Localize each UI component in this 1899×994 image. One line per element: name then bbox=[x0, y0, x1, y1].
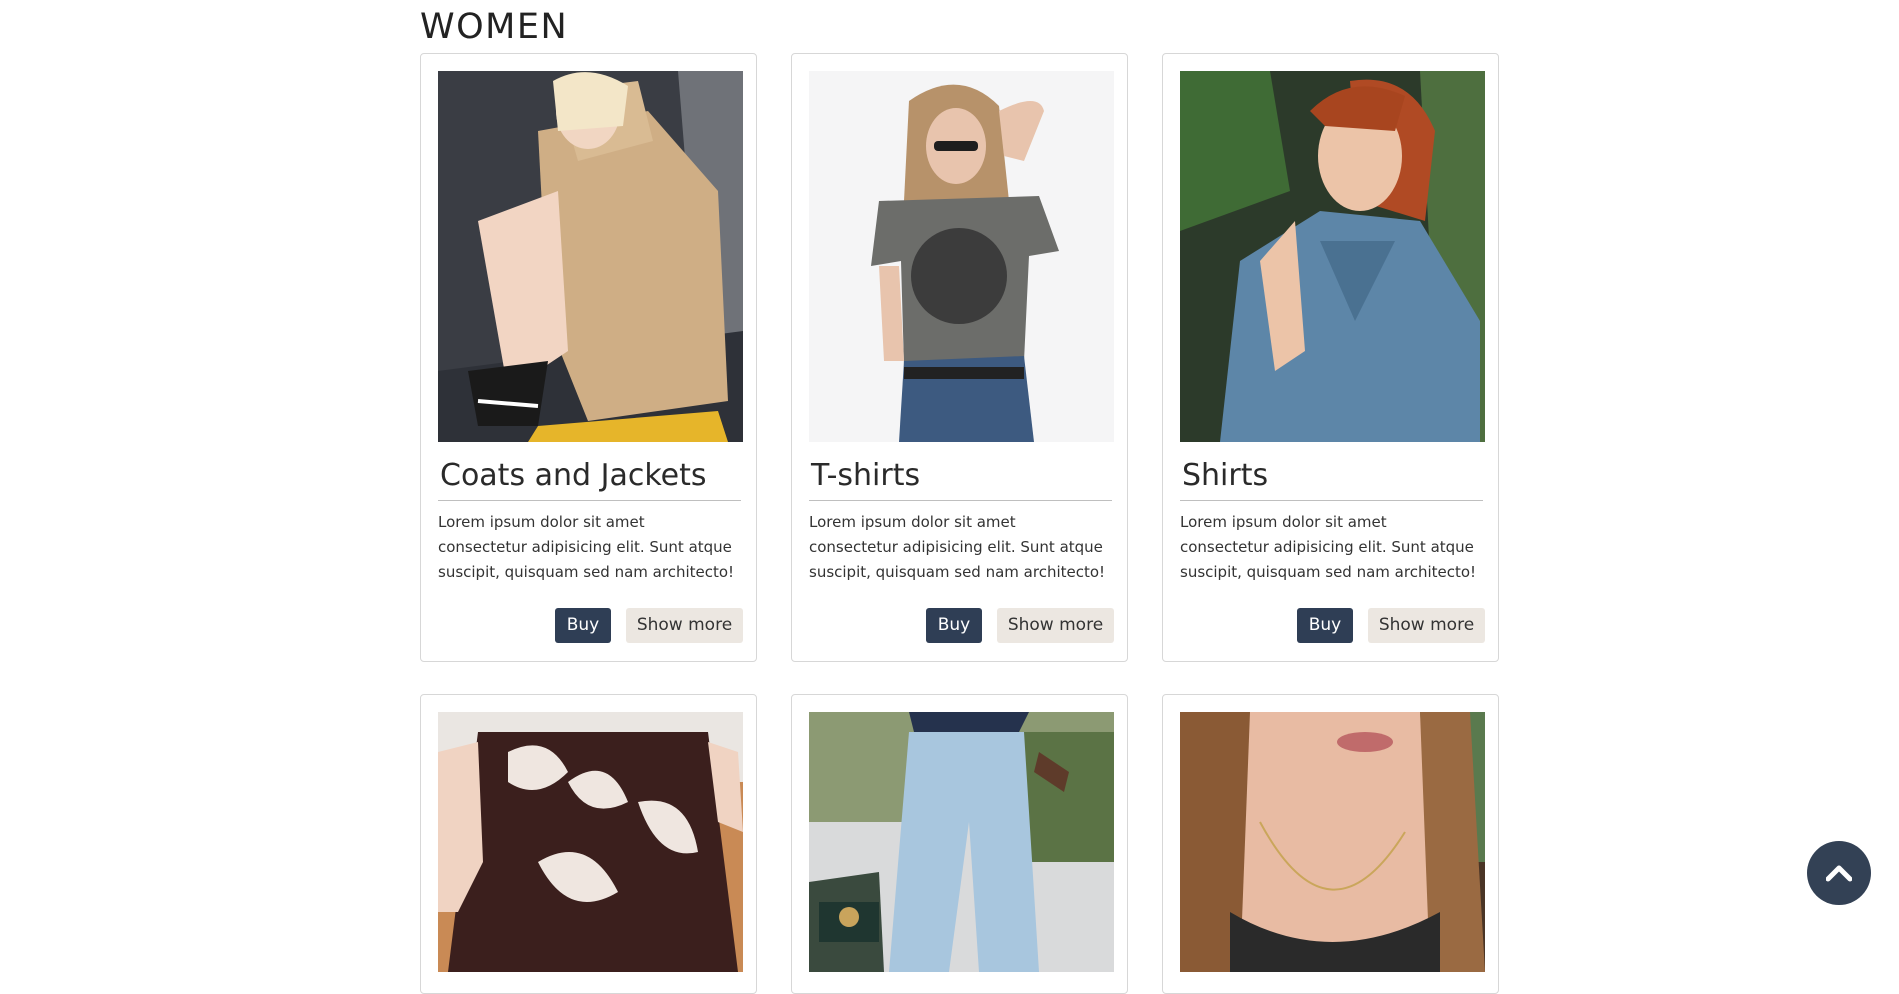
product-image-coats-jackets[interactable] bbox=[438, 71, 743, 442]
card-title: T-shirts bbox=[811, 458, 921, 493]
card-title: Coats and Jackets bbox=[440, 458, 707, 493]
show-more-button[interactable]: Show more bbox=[1368, 608, 1485, 643]
product-card-coats-jackets: Coats and Jackets Lorem ipsum dolor sit … bbox=[420, 53, 757, 662]
product-image-jeans[interactable] bbox=[809, 712, 1114, 972]
card-description: Lorem ipsum dolor sit amet consectetur a… bbox=[1180, 513, 1477, 581]
product-card-tshirts: T-shirts Lorem ipsum dolor sit amet cons… bbox=[791, 53, 1128, 662]
show-more-button[interactable]: Show more bbox=[626, 608, 743, 643]
buy-button[interactable]: Buy bbox=[555, 608, 611, 643]
show-more-button[interactable]: Show more bbox=[997, 608, 1114, 643]
product-image-shirts[interactable] bbox=[1180, 71, 1485, 442]
buy-button[interactable]: Buy bbox=[1297, 608, 1353, 643]
product-card-skirts bbox=[420, 694, 757, 994]
product-card-jeans bbox=[791, 694, 1128, 994]
product-image-tshirts[interactable] bbox=[809, 71, 1114, 442]
product-image-skirts[interactable] bbox=[438, 712, 743, 972]
card-divider bbox=[438, 500, 741, 501]
product-image-jewelry[interactable] bbox=[1180, 712, 1485, 972]
card-description: Lorem ipsum dolor sit amet consectetur a… bbox=[438, 513, 735, 581]
card-title: Shirts bbox=[1182, 458, 1269, 493]
card-description: Lorem ipsum dolor sit amet consectetur a… bbox=[809, 513, 1106, 581]
card-divider bbox=[1180, 500, 1483, 501]
scroll-to-top-button[interactable] bbox=[1807, 841, 1871, 905]
product-card-shirts: Shirts Lorem ipsum dolor sit amet consec… bbox=[1162, 53, 1499, 662]
chevron-up-icon bbox=[1826, 865, 1852, 882]
card-divider bbox=[809, 500, 1112, 501]
section-title: WOMEN bbox=[420, 7, 569, 47]
buy-button[interactable]: Buy bbox=[926, 608, 982, 643]
product-card-jewelry bbox=[1162, 694, 1499, 994]
